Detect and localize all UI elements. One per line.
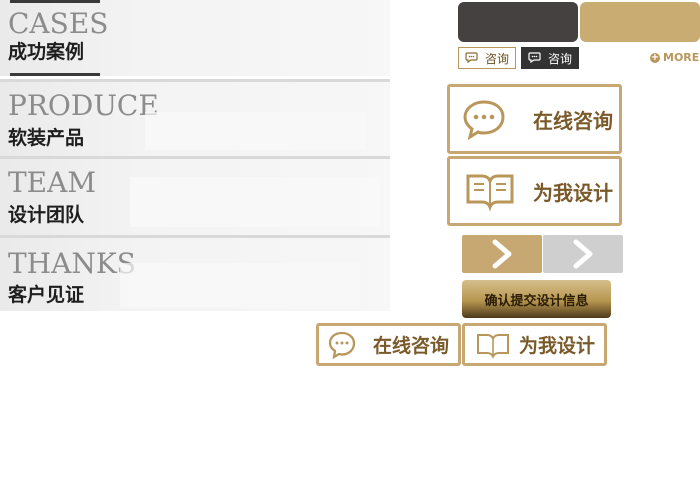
chevron-right-icon — [492, 239, 512, 269]
section-team[interactable]: TEAM 设计团队 — [0, 156, 390, 238]
consult-label: 咨询 — [547, 51, 572, 66]
online-consult-label: 在线咨询 — [533, 108, 613, 133]
section-thanks[interactable]: THANKS 客户见证 — [0, 235, 390, 311]
chevron-right-icon — [573, 239, 593, 269]
consult-button-dark[interactable]: 咨询 — [521, 47, 579, 69]
section-title-en: PRODUCE — [8, 89, 159, 122]
dark-tab-button[interactable] — [458, 2, 578, 42]
more-link[interactable]: + MORE — [650, 51, 699, 64]
more-label: MORE — [663, 51, 700, 64]
section-title-cn: 软装产品 — [8, 127, 85, 149]
section-title-en: THANKS — [8, 247, 136, 280]
chat-bubble-icon — [328, 331, 356, 359]
online-consult-button[interactable]: 在线咨询 — [447, 84, 622, 154]
section-top-bar — [10, 0, 100, 3]
chat-icon — [528, 52, 541, 64]
consult-button-light[interactable]: 咨询 — [458, 47, 516, 69]
confirm-submit-design-button[interactable]: 确认提交设计信息 — [462, 280, 611, 318]
section-banner-placeholder — [130, 177, 380, 227]
section-title-cn: 成功案例 — [8, 41, 85, 63]
plus-icon: + — [650, 51, 660, 63]
section-banner-placeholder — [145, 112, 365, 150]
book-icon — [466, 174, 514, 212]
section-title-cn: 客户见证 — [8, 284, 85, 306]
online-consult-label: 在线咨询 — [373, 335, 450, 357]
design-for-me-label: 为我设计 — [519, 335, 596, 357]
gold-tab-button[interactable] — [580, 2, 700, 42]
section-title-en: CASES — [8, 7, 109, 40]
consult-label: 咨询 — [484, 51, 509, 66]
confirm-label: 确认提交设计信息 — [484, 293, 589, 309]
section-bottom-bar — [10, 73, 100, 76]
bottom-online-consult-button[interactable]: 在线咨询 — [316, 323, 461, 366]
bottom-design-for-me-button[interactable]: 为我设计 — [462, 323, 607, 366]
section-title-cn: 设计团队 — [8, 204, 85, 226]
next-arrow-button-active[interactable] — [462, 235, 542, 273]
section-title-en: TEAM — [8, 166, 97, 199]
section-cases[interactable]: CASES 成功案例 — [0, 0, 390, 76]
design-for-me-label: 为我设计 — [533, 180, 613, 205]
next-arrow-button-inactive[interactable] — [543, 235, 623, 273]
section-produce[interactable]: PRODUCE 软装产品 — [0, 79, 390, 159]
chat-icon — [465, 52, 478, 64]
design-for-me-button[interactable]: 为我设计 — [447, 156, 622, 226]
chat-bubble-icon — [463, 100, 505, 141]
section-banner-placeholder — [120, 263, 360, 308]
book-icon — [477, 333, 509, 359]
